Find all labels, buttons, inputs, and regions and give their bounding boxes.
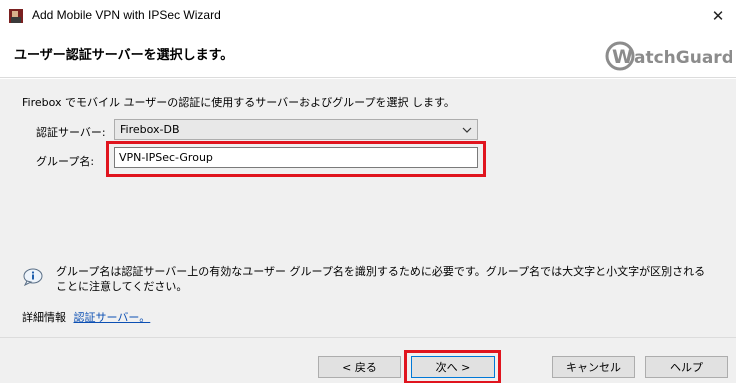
auth-server-help-link[interactable]: 認証サーバー。 (74, 311, 151, 324)
auth-server-label: 認証サーバー: (36, 126, 106, 139)
next-button[interactable]: 次へ > (411, 356, 495, 378)
window-title: Add Mobile VPN with IPSec Wizard (32, 8, 221, 22)
auth-server-select[interactable]: Firebox-DB (114, 119, 478, 140)
intro-text: Firebox でモバイル ユーザーの認証に使用するサーバーおよびグループを選択… (22, 96, 455, 109)
app-icon (9, 9, 23, 23)
group-name-label: グループ名: (36, 155, 95, 168)
wizard-content: Firebox でモバイル ユーザーの認証に使用するサーバーおよびグループを選択… (0, 79, 736, 337)
more-info-label: 詳細情報 (22, 311, 66, 324)
group-name-input[interactable] (114, 147, 478, 168)
info-message: グループ名は認証サーバー上の有効なユーザー グループ名を識別するために必要です。… (56, 264, 720, 294)
back-button[interactable]: < 戻る (318, 356, 401, 378)
svg-text:W: W (612, 46, 633, 68)
more-info: 詳細情報 認証サーバー。 (22, 309, 150, 325)
wizard-header: ユーザー認証サーバーを選択します。 W atchGuard (0, 32, 736, 78)
watchguard-logo: W atchGuard (605, 41, 732, 71)
close-icon: ✕ (711, 7, 725, 25)
help-button[interactable]: ヘルプ (645, 356, 728, 378)
close-button[interactable]: ✕ (700, 0, 736, 32)
wizard-footer: < 戻る 次へ > キャンセル ヘルプ (0, 337, 736, 383)
info-line-2: ことに注意してください。 (56, 280, 188, 293)
cancel-button[interactable]: キャンセル (552, 356, 635, 378)
page-title: ユーザー認証サーバーを選択します。 (14, 48, 234, 63)
auth-server-value: Firebox-DB (120, 123, 180, 136)
info-line-1: グループ名は認証サーバー上の有効なユーザー グループ名を識別するために必要です。… (56, 265, 706, 278)
chevron-down-icon (462, 127, 472, 133)
svg-text:atchGuard: atchGuard (634, 48, 732, 68)
info-icon (23, 268, 43, 286)
title-bar: Add Mobile VPN with IPSec Wizard ✕ (0, 0, 736, 32)
